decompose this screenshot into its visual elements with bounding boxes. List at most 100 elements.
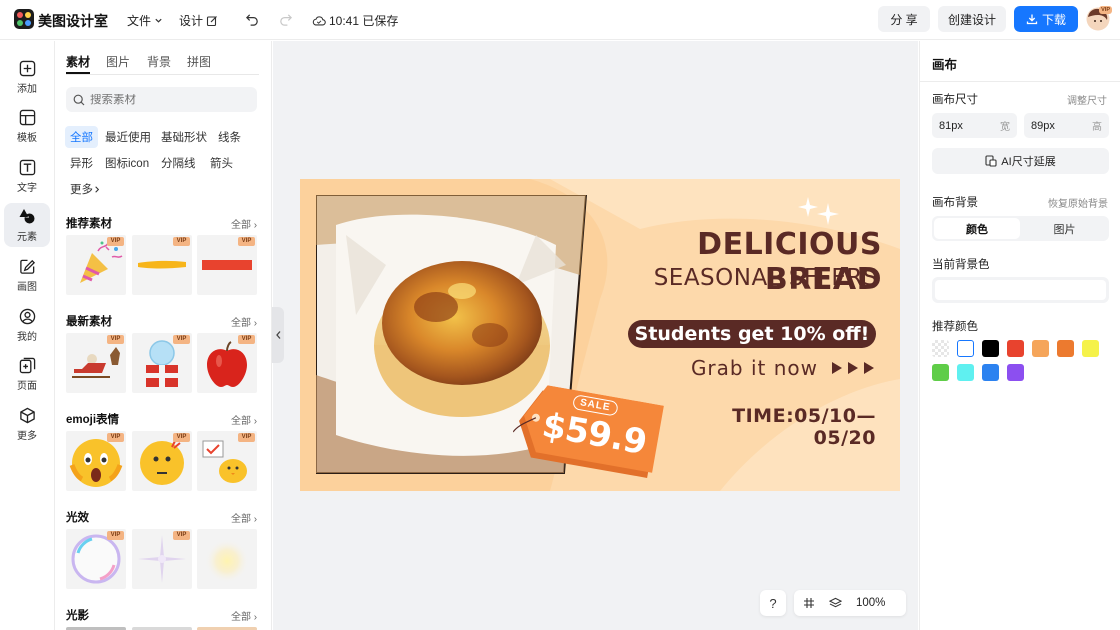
grid-icon[interactable] <box>803 597 815 609</box>
search-input[interactable] <box>90 93 240 106</box>
filter-arrows[interactable]: 箭头 <box>205 152 238 174</box>
rail-item-page[interactable]: 页面 <box>4 352 50 396</box>
current-bg-color-field[interactable] <box>932 277 1109 303</box>
bg-type-toggle: 颜色 图片 <box>932 216 1109 241</box>
see-all-light-shadow[interactable]: 全部 › <box>231 608 257 623</box>
download-button[interactable]: 下载 <box>1014 6 1078 32</box>
vip-badge: VIP <box>107 237 124 246</box>
rail-item-elements[interactable]: 元素 <box>4 203 50 247</box>
rail-item-template[interactable]: 模板 <box>4 104 50 148</box>
filter-lines[interactable]: 线条 <box>213 126 246 148</box>
asset-emoji-thinking[interactable]: VIP <box>132 431 192 491</box>
asset-sleigh[interactable]: VIP <box>66 333 126 393</box>
share-label: 分 享 <box>890 12 918 27</box>
asset-glow-orb[interactable] <box>197 529 257 589</box>
height-field[interactable]: 89px 高 <box>1024 113 1109 138</box>
color-swatch[interactable] <box>982 340 999 357</box>
rail-item-more[interactable]: 更多 <box>4 402 50 446</box>
promo-pill[interactable]: Students get 10% off! <box>628 320 876 348</box>
see-all-light-effects[interactable]: 全部 › <box>231 510 257 525</box>
asset-red-bar[interactable]: VIP <box>197 235 257 295</box>
tab-materials[interactable]: 素材 <box>66 53 90 70</box>
zoom-level[interactable]: 100% <box>856 597 885 609</box>
rail-item-label: 元素 <box>17 231 37 243</box>
width-field[interactable]: 81px 宽 <box>932 113 1017 138</box>
asset-emoji-chick-sign[interactable]: VIP <box>197 431 257 491</box>
undo-icon[interactable] <box>245 12 260 27</box>
share-button[interactable]: 分 享 <box>878 6 930 32</box>
create-design-button[interactable]: 创建设计 <box>938 6 1006 32</box>
chevron-left-icon <box>275 330 282 340</box>
rail-item-add[interactable]: 添加 <box>4 55 50 99</box>
app-logo-icon[interactable] <box>14 9 34 29</box>
vip-badge: VIP <box>173 237 190 246</box>
vip-badge: VIP <box>107 335 124 344</box>
asset-sparkle-star[interactable]: VIP <box>132 529 192 589</box>
filter-more[interactable]: 更多 <box>65 178 106 200</box>
search-box[interactable] <box>66 87 257 112</box>
color-swatch[interactable] <box>1032 340 1049 357</box>
cta-row[interactable]: Grab it now <box>680 356 876 380</box>
see-all-emoji[interactable]: 全部 › <box>231 412 257 427</box>
color-swatch[interactable] <box>1057 340 1074 357</box>
color-swatch[interactable] <box>982 364 999 381</box>
color-swatch[interactable] <box>932 364 949 381</box>
redo-icon[interactable] <box>278 12 293 27</box>
bg-tab-image[interactable]: 图片 <box>1022 218 1107 239</box>
vip-badge: VIP <box>173 433 190 442</box>
color-swatch[interactable] <box>957 364 974 381</box>
adjust-size-link[interactable]: 调整尺寸 <box>1067 92 1107 107</box>
asset-red-apple[interactable]: VIP <box>197 333 257 393</box>
tab-images[interactable]: 图片 <box>106 53 130 70</box>
vip-badge: VIP <box>173 335 190 344</box>
color-swatch[interactable] <box>932 340 949 357</box>
color-swatch[interactable] <box>1007 340 1024 357</box>
bg-tab-image-label: 图片 <box>1053 223 1076 236</box>
design-canvas[interactable]: DELICIOUS BREAD SEASONAL SFFERS Students… <box>300 179 900 491</box>
filter-dividers[interactable]: 分隔线 <box>156 152 201 174</box>
tab-collage[interactable]: 拼图 <box>187 53 211 70</box>
help-button[interactable]: ? <box>760 590 786 616</box>
asset-gift-snowglobe[interactable]: VIP <box>132 333 192 393</box>
filter-icons[interactable]: 图标icon <box>100 152 154 174</box>
layers-icon[interactable] <box>829 597 842 609</box>
filter-all[interactable]: 全部 <box>65 126 98 148</box>
user-icon <box>19 308 36 325</box>
see-all-latest[interactable]: 全部 › <box>231 314 257 329</box>
design-menu[interactable]: 设计 <box>179 12 218 29</box>
asset-yellow-stroke[interactable]: VIP <box>132 235 192 295</box>
asset-bubble-ring[interactable]: VIP <box>66 529 126 589</box>
color-swatch[interactable] <box>957 340 974 357</box>
height-value: 89px <box>1031 119 1055 132</box>
filter-basic-shapes[interactable]: 基础形状 <box>156 126 212 148</box>
edit-icon <box>206 15 218 27</box>
section-title-light-effects: 光效 <box>66 512 89 524</box>
bg-tab-color[interactable]: 颜色 <box>934 218 1020 239</box>
collapse-panel-button[interactable] <box>272 307 284 363</box>
filter-more-label: 更多 <box>70 184 93 196</box>
see-all-label: 全部 <box>231 318 251 329</box>
ai-extend-button[interactable]: AI尺寸延展 <box>932 148 1109 174</box>
vip-badge: VIP <box>173 531 190 540</box>
see-all-recommended[interactable]: 全部 › <box>231 216 257 231</box>
file-menu[interactable]: 文件 <box>127 12 163 29</box>
download-label: 下载 <box>1041 12 1066 27</box>
tab-background[interactable]: 背景 <box>147 53 171 70</box>
rail-item-label: 文字 <box>17 182 37 194</box>
vip-badge: VIP <box>238 335 255 344</box>
filter-recent[interactable]: 最近使用 <box>100 126 156 148</box>
panel-divider <box>920 81 1120 82</box>
file-menu-label: 文件 <box>127 14 152 28</box>
rail-item-mine[interactable]: 我的 <box>4 303 50 347</box>
avatar[interactable]: VIP <box>1086 6 1112 32</box>
color-swatch[interactable] <box>1082 340 1099 357</box>
time-text[interactable]: TIME:05/10—05/20 <box>670 405 876 449</box>
asset-emoji-shocked[interactable]: VIP <box>66 431 126 491</box>
asset-party-popper[interactable]: VIP <box>66 235 126 295</box>
rail-item-draw[interactable]: 画图 <box>4 253 50 297</box>
color-swatch[interactable] <box>1007 364 1024 381</box>
restore-bg-link[interactable]: 恢复原始背景 <box>1048 195 1108 210</box>
rail-item-text[interactable]: 文字 <box>4 154 50 198</box>
banner-subtitle[interactable]: SEASONAL SFFERS <box>596 265 878 291</box>
filter-irregular[interactable]: 异形 <box>65 152 98 174</box>
